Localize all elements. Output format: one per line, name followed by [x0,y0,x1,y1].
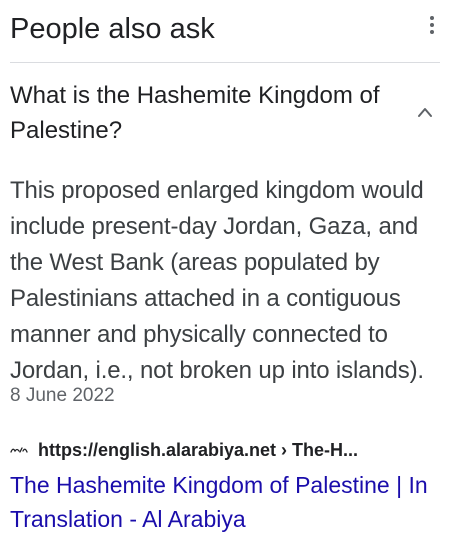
section-title: People also ask [10,13,215,45]
source-row: https://english.alarabiya.net › The-H... [10,438,440,462]
chevron-up-icon[interactable] [415,104,435,120]
question-toggle[interactable]: What is the Hashemite Kingdom of Palesti… [0,63,450,159]
al-arabiya-logo-icon [10,445,28,455]
answer-snippet: This proposed enlarged kingdom would inc… [10,177,424,384]
answer-date: 8 June 2022 [10,385,115,406]
result-link[interactable]: The Hashemite Kingdom of Palestine | In … [10,468,442,536]
more-options-button[interactable] [420,10,444,40]
source-url[interactable]: https://english.alarabiya.net › The-H... [38,440,358,461]
paa-header: People also ask [0,0,450,62]
question-text: What is the Hashemite Kingdom of Palesti… [10,82,380,144]
vertical-dots-icon [430,16,434,34]
